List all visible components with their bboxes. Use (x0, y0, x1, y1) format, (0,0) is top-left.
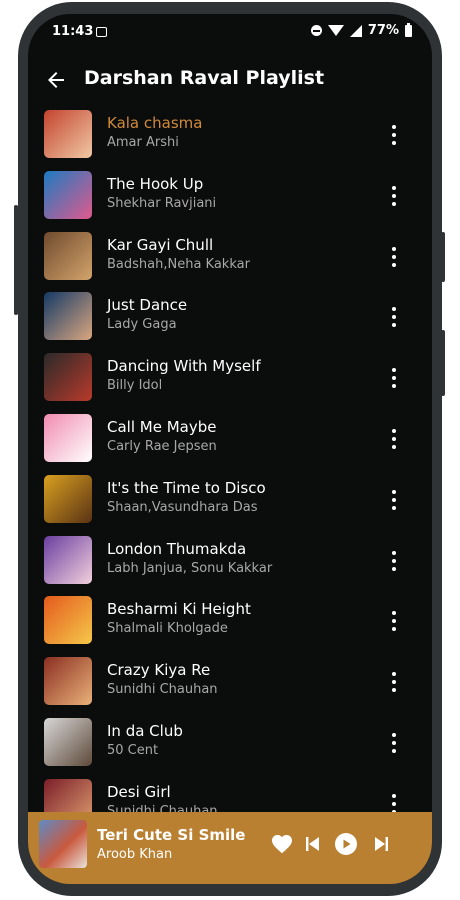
status-bar: 11:43 77% (28, 14, 432, 50)
song-artwork (44, 596, 92, 645)
song-row[interactable]: Besharmi Ki Height Shalmali Kholgade (28, 590, 432, 651)
arrow-left-icon[interactable] (44, 68, 68, 92)
song-artist: Sunidhi Chauhan (107, 803, 218, 812)
song-row[interactable]: Just Dance Lady Gaga (28, 286, 432, 347)
song-title: Crazy Kiya Re (107, 661, 211, 680)
song-row[interactable]: Crazy Kiya Re Sunidhi Chauhan (28, 651, 432, 712)
page-title: Darshan Raval Playlist (84, 67, 325, 89)
volume-button (14, 205, 18, 315)
song-artwork (44, 353, 92, 402)
song-artist: Badshah,Neha Kakkar (107, 256, 250, 272)
song-row[interactable]: Call Me Maybe Carly Rae Jepsen (28, 408, 432, 469)
song-artwork (44, 170, 92, 219)
signal-icon (349, 24, 362, 37)
image-notification-icon (96, 27, 107, 37)
song-title: Desi Girl (107, 782, 171, 801)
song-row[interactable]: Kar Gayi Chull Badshah,Neha Kakkar (28, 226, 432, 287)
song-row[interactable]: It's the Time to Disco Shaan,Vasundhara D… (28, 469, 432, 530)
wifi-icon (327, 25, 344, 36)
song-artwork (44, 778, 92, 812)
song-artwork (44, 292, 92, 341)
skip-previous-icon[interactable] (300, 832, 324, 856)
song-row[interactable]: In da Club 50 Cent (28, 712, 432, 773)
song-artwork (44, 110, 92, 158)
battery-icon (405, 22, 412, 37)
status-icons: 77% (310, 22, 412, 38)
battery-percentage: 77% (367, 23, 399, 38)
song-artwork (44, 718, 92, 766)
more-options-icon[interactable] (382, 606, 406, 636)
song-title: Just Dance (107, 296, 188, 315)
do-not-disturb-icon (310, 25, 322, 36)
now-playing-title: Teri Cute Si Smile (97, 826, 246, 844)
mini-player[interactable]: Teri Cute Si Smile Aroob Khan (28, 812, 432, 884)
side-button (441, 330, 445, 396)
song-artist: Sunidhi Chauhan (107, 682, 218, 698)
more-options-icon[interactable] (382, 181, 406, 211)
song-list: Kala chasma Amar Arshi The Hook Up Shekhar … (28, 102, 432, 812)
app-screen: 11:43 77% Darshan Raval Playlist Kala ch… (28, 14, 432, 884)
song-artist: Shekhar Ravjiani (107, 195, 217, 211)
song-artist: Labh Janjua, Sonu Kakkar (107, 560, 273, 576)
song-artist: Carly Rae Jepsen (107, 439, 217, 454)
song-artwork (44, 535, 92, 584)
song-artist: Shalmali Kholgade (107, 621, 228, 637)
song-artist: Billy Idol (107, 378, 163, 394)
more-options-icon[interactable] (382, 667, 406, 697)
song-row[interactable]: London Thumakda Labh Janjua, Sonu Kakkar (28, 530, 432, 591)
song-title: Kar Gayi Chull (107, 235, 214, 254)
status-time: 11:43 (52, 24, 94, 39)
song-row[interactable]: Desi Girl Sunidhi Chauhan (28, 773, 432, 812)
now-playing-artist: Aroob Khan (97, 847, 173, 862)
song-artwork (44, 231, 92, 280)
song-row[interactable]: The Hook Up Shekhar Ravjiani (28, 165, 432, 226)
now-playing-artwork (39, 820, 87, 868)
more-options-icon[interactable] (382, 485, 406, 515)
more-options-icon[interactable] (382, 302, 406, 332)
song-title: The Hook Up (107, 174, 204, 193)
more-options-icon[interactable] (382, 120, 406, 150)
song-artwork (44, 657, 92, 706)
song-artwork (44, 474, 92, 523)
song-artist: Shaan,Vasundhara Das (107, 499, 258, 515)
heart-icon[interactable] (270, 832, 294, 856)
song-artist: Amar Arshi (107, 135, 179, 150)
more-options-icon[interactable] (382, 789, 406, 812)
song-title: In da Club (107, 722, 183, 740)
song-artist: Lady Gaga (107, 317, 177, 333)
power-button (441, 232, 445, 282)
more-options-icon[interactable] (382, 728, 406, 758)
song-artist: 50 Cent (107, 743, 159, 758)
more-options-icon[interactable] (382, 424, 406, 454)
song-title: London Thumakda (107, 539, 247, 558)
play-icon[interactable] (334, 832, 358, 856)
more-options-icon[interactable] (382, 242, 406, 272)
skip-next-icon[interactable] (370, 832, 394, 856)
song-title: Dancing With Myself (107, 357, 261, 376)
song-row[interactable]: Dancing With Myself Billy Idol (28, 347, 432, 408)
song-title: Kala chasma (107, 114, 203, 132)
more-options-icon[interactable] (382, 546, 406, 576)
song-title: It's the Time to Disco (107, 478, 266, 497)
song-title: Besharmi Ki Height (107, 600, 251, 619)
song-title: Call Me Maybe (107, 418, 217, 436)
more-options-icon[interactable] (382, 363, 406, 393)
song-artwork (44, 414, 92, 462)
song-row[interactable]: Kala chasma Amar Arshi (28, 104, 432, 165)
